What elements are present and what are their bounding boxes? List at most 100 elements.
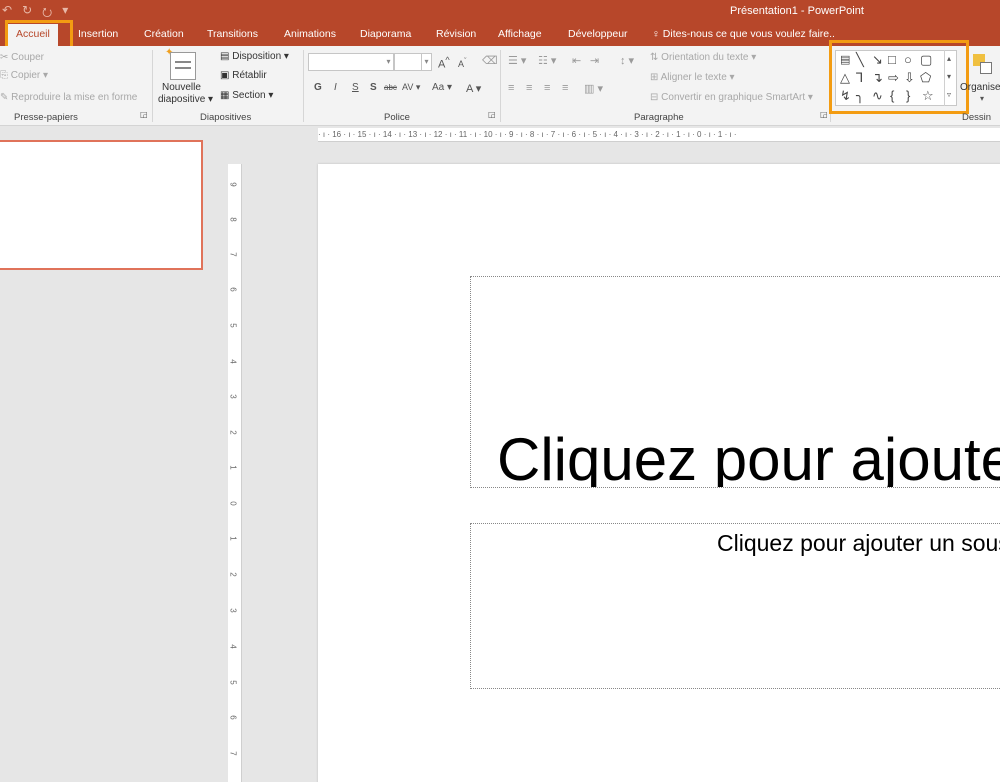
ruler-tick: 6 xyxy=(228,287,238,292)
arrange-button[interactable]: Organiser xyxy=(960,82,1000,93)
brush-icon: ✎ xyxy=(0,92,12,103)
ruler-tick: 2 xyxy=(228,572,238,577)
dialog-launcher-icon[interactable]: ◲ xyxy=(140,110,148,119)
tell-me-text: Dites-nous ce que vous voulez faire.. xyxy=(662,28,835,40)
tell-me-box[interactable]: ♀ Dites-nous ce que vous voulez faire.. xyxy=(652,28,835,40)
group-label-slides: Diapositives xyxy=(200,112,252,123)
tab-revision[interactable]: Révision xyxy=(436,28,476,40)
ruler-tick: 9 xyxy=(228,182,238,187)
ruler-tick: 7 xyxy=(228,751,238,756)
tab-animations[interactable]: Animations xyxy=(284,28,336,40)
vertical-ruler: 9 8 7 6 5 4 3 2 1 0 1 2 3 4 5 6 7 xyxy=(228,164,242,782)
dialog-launcher-icon[interactable]: ◲ xyxy=(820,110,828,119)
scissors-icon: ✂ xyxy=(0,52,12,63)
shrink-font-button[interactable]: Aˇ xyxy=(458,56,467,69)
separator xyxy=(303,50,304,122)
subtitle-placeholder[interactable]: Cliquez pour ajouter un sous-titre xyxy=(470,523,1000,689)
grow-font-button[interactable]: A^ xyxy=(438,55,450,71)
title-bar: ↶ ↻ ⭮ ▾ Présentation1 - PowerPoint xyxy=(0,0,1000,24)
arrange-icon-front xyxy=(980,62,992,74)
ruler-tick: 8 xyxy=(228,217,238,222)
shadow-button[interactable]: S xyxy=(370,82,377,93)
ruler-tick: 4 xyxy=(228,359,238,364)
section-icon: ▦ xyxy=(220,90,233,101)
line-spacing-icon[interactable]: ↕ ▾ xyxy=(620,54,634,67)
ruler-tick: 0 xyxy=(228,501,238,506)
arrange-dropdown-icon[interactable]: ▾ xyxy=(980,94,984,103)
increase-indent-icon[interactable]: ⇥ xyxy=(590,54,599,67)
separator xyxy=(152,50,153,122)
group-label-drawing: Dessin xyxy=(962,112,992,123)
align-center-icon[interactable]: ≡ xyxy=(526,82,532,94)
layout-icon: ▤ xyxy=(220,51,233,62)
new-slide-icon[interactable]: ✦ xyxy=(165,47,196,80)
justify-icon[interactable]: ≡ xyxy=(562,82,568,94)
ruler-tick: 3 xyxy=(228,394,238,399)
numbering-icon[interactable]: ☷ ▾ xyxy=(538,54,556,67)
text-direction-icon: ⇅ xyxy=(650,52,662,63)
copy-icon: ⎘ xyxy=(0,70,11,81)
copy-button[interactable]: ⎘ Copier ▾ xyxy=(0,70,48,81)
reset-button[interactable]: ▣ Rétablir xyxy=(220,70,267,81)
layout-button[interactable]: ▤ Disposition ▾ xyxy=(220,51,289,62)
slide-canvas: Cliquez pour ajouter un titre Cliquez po… xyxy=(318,164,1000,782)
font-size-dropdown[interactable]: ▾ xyxy=(422,53,432,71)
character-spacing-button[interactable]: AV ▾ xyxy=(402,82,420,93)
subtitle-placeholder-text: Cliquez pour ajouter un sous-titre xyxy=(717,530,1000,556)
ruler-tick: 5 xyxy=(228,680,238,685)
font-name-dropdown[interactable]: ▾ xyxy=(384,53,394,71)
ruler-tick: 7 xyxy=(228,252,238,257)
ribbon: ✂ Couper ⎘ Copier ▾ ✎ Reproduire la mise… xyxy=(0,40,1000,126)
smartart-button[interactable]: ⊟ Convertir en graphique SmartArt ▾ xyxy=(650,92,813,103)
bullets-icon[interactable]: ☰ ▾ xyxy=(508,54,526,67)
align-text-icon: ⊞ xyxy=(650,72,661,83)
align-right-icon[interactable]: ≡ xyxy=(544,82,550,94)
strikethrough-button[interactable]: abc xyxy=(384,83,397,92)
ruler-tick: 3 xyxy=(228,608,238,613)
slide-thumbnail[interactable] xyxy=(0,140,203,270)
ruler-tick: 2 xyxy=(228,430,238,435)
align-text-button[interactable]: ⊞ Aligner le texte ▾ xyxy=(650,72,735,83)
tab-affichage[interactable]: Affichage xyxy=(498,28,542,40)
ruler-tick: 4 xyxy=(228,644,238,649)
text-direction-button[interactable]: ⇅ Orientation du texte ▾ xyxy=(650,52,756,63)
font-name-input[interactable] xyxy=(308,53,394,71)
group-label-paragraph: Paragraphe xyxy=(634,112,684,123)
group-label-clipboard: Presse-papiers xyxy=(14,112,78,123)
ruler-tick: 6 xyxy=(228,715,238,720)
decrease-indent-icon[interactable]: ⇤ xyxy=(572,54,581,67)
highlight-shapes-gallery xyxy=(829,40,969,114)
tab-developpeur[interactable]: Développeur xyxy=(568,28,628,40)
ruler-tick: 1 xyxy=(228,536,238,541)
section-button[interactable]: ▦ Section ▾ xyxy=(220,90,273,101)
new-slide-label-1[interactable]: Nouvelle xyxy=(162,82,201,93)
italic-button[interactable]: I xyxy=(334,82,337,93)
bold-button[interactable]: G xyxy=(314,82,322,93)
tab-transitions[interactable]: Transitions xyxy=(207,28,258,40)
change-case-button[interactable]: Aa ▾ xyxy=(432,82,452,93)
new-slide-label-2[interactable]: diapositive ▾ xyxy=(158,94,213,105)
dialog-launcher-icon[interactable]: ◲ xyxy=(488,110,496,119)
tab-insertion[interactable]: Insertion xyxy=(78,28,118,40)
separator xyxy=(500,50,501,122)
cut-button[interactable]: ✂ Couper xyxy=(0,52,44,63)
align-left-icon[interactable]: ≡ xyxy=(508,82,514,94)
horizontal-ruler: · ı · 16 · ı · 15 · ı · 14 · ı · 13 · ı … xyxy=(318,128,1000,142)
ruler-tick: 5 xyxy=(228,323,238,328)
ruler-tick: 1 xyxy=(228,465,238,470)
title-placeholder-text: Cliquez pour ajouter un titre xyxy=(497,426,1000,488)
clear-formatting-icon[interactable]: ⌫ xyxy=(482,54,498,67)
reset-icon: ▣ xyxy=(220,70,233,81)
group-label-font: Police xyxy=(384,112,410,123)
tab-diaporama[interactable]: Diaporama xyxy=(360,28,411,40)
columns-icon[interactable]: ▥ ▾ xyxy=(584,82,603,95)
font-size-input[interactable] xyxy=(394,53,422,71)
tab-creation[interactable]: Création xyxy=(144,28,184,40)
window-title: Présentation1 - PowerPoint xyxy=(730,5,864,17)
underline-button[interactable]: S xyxy=(352,82,359,93)
format-painter-button[interactable]: ✎ Reproduire la mise en forme xyxy=(0,92,137,103)
smartart-icon: ⊟ xyxy=(650,92,662,103)
font-color-button[interactable]: A ▾ xyxy=(466,82,481,95)
lightbulb-icon: ♀ xyxy=(652,28,663,40)
title-placeholder[interactable]: Cliquez pour ajouter un titre xyxy=(470,276,1000,488)
